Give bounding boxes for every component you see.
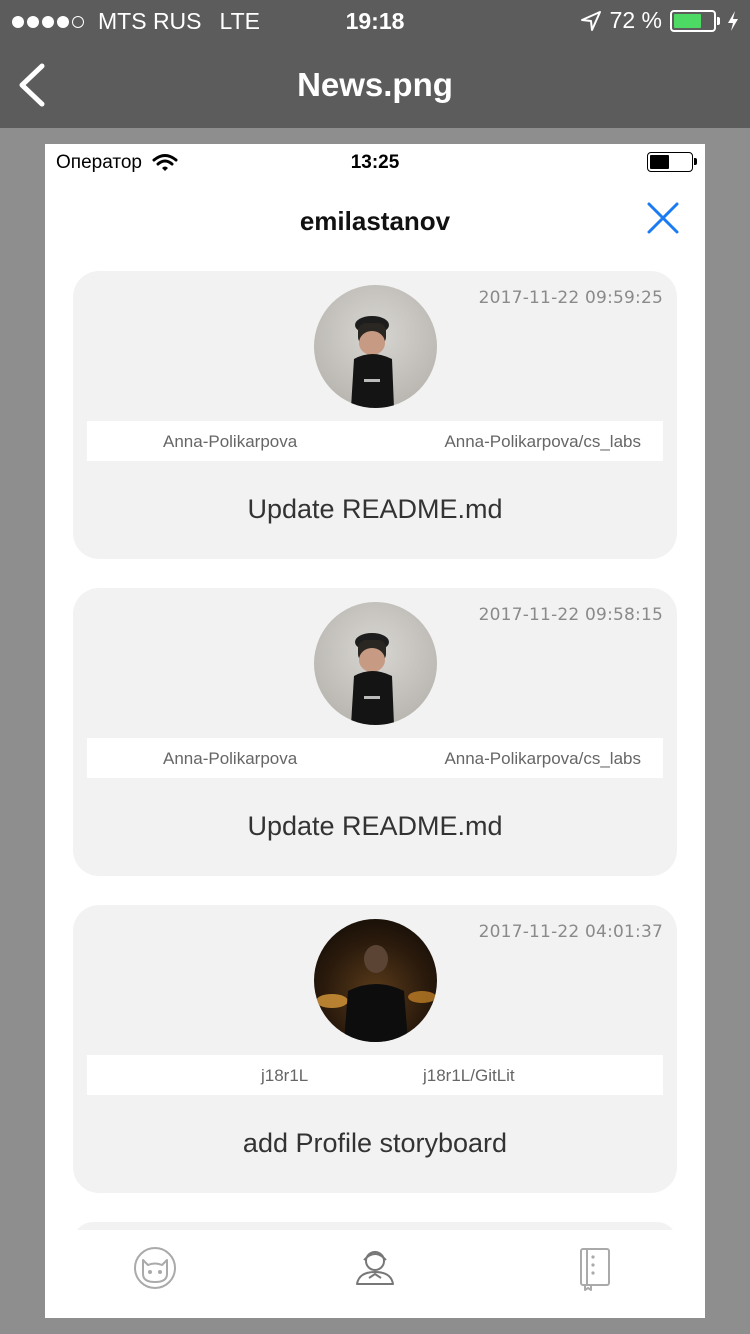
profile-header: emilastanov	[45, 184, 705, 254]
profile-username: emilastanov	[299, 206, 451, 236]
news-card[interactable]: 2017-11-22 04:01:37 j18r1L j18r1L/GitLit…	[73, 905, 677, 1193]
inner-status-bar: Оператор 13:25	[45, 144, 705, 180]
app-screenshot: Оператор 13:25 emilastanov 2017-11-22 09…	[45, 144, 705, 1318]
news-repo[interactable]: Anna-Polikarpova/cs_labs	[444, 749, 641, 769]
avatar[interactable]	[314, 919, 437, 1042]
news-author[interactable]: Anna-Polikarpova	[163, 749, 297, 769]
people-icon[interactable]	[351, 1244, 399, 1292]
inner-battery-icon	[647, 152, 697, 172]
news-card[interactable]: 2017-11-22 09:59:25 Anna-Polikarpova Ann…	[73, 271, 677, 559]
tab-bar	[45, 1230, 705, 1318]
avatar[interactable]	[314, 285, 437, 408]
news-repo[interactable]: Anna-Polikarpova/cs_labs	[444, 432, 641, 452]
news-timestamp: 2017-11-22 09:59:25	[478, 288, 663, 308]
octocat-icon[interactable]	[131, 1244, 179, 1292]
inner-status-time: 13:25	[350, 152, 400, 173]
news-timestamp: 2017-11-22 04:01:37	[478, 922, 663, 942]
outer-navigation-bar: News.png	[0, 42, 750, 128]
location-arrow-icon	[580, 10, 601, 31]
news-repo[interactable]: j18r1L/GitLit	[423, 1066, 515, 1086]
news-commit-message: Update README.md	[247, 811, 503, 841]
charging-bolt-icon	[728, 10, 738, 31]
news-timestamp: 2017-11-22 09:58:15	[478, 605, 663, 625]
close-icon[interactable]	[645, 200, 681, 236]
news-commit-message: Update README.md	[247, 494, 503, 524]
status-right-group: 72 %	[580, 7, 740, 34]
news-author[interactable]: Anna-Polikarpova	[163, 432, 297, 452]
repository-book-icon[interactable]	[571, 1244, 619, 1292]
battery-icon	[670, 9, 720, 32]
outer-status-bar: MTS RUS LTE 19:18 72 %	[0, 0, 750, 42]
news-author[interactable]: j18r1L	[261, 1066, 308, 1086]
news-commit-message: add Profile storyboard	[242, 1128, 508, 1158]
news-meta-row: j18r1L j18r1L/GitLit	[87, 1055, 663, 1095]
outer-page-title: News.png	[297, 66, 453, 103]
news-meta-row: Anna-Polikarpova Anna-Polikarpova/cs_lab…	[87, 738, 663, 778]
avatar[interactable]	[314, 602, 437, 725]
news-card[interactable]: 2017-11-22 09:58:15 Anna-Polikarpova Ann…	[73, 588, 677, 876]
battery-percent: 72 %	[609, 7, 662, 33]
news-meta-row: Anna-Polikarpova Anna-Polikarpova/cs_lab…	[87, 421, 663, 461]
